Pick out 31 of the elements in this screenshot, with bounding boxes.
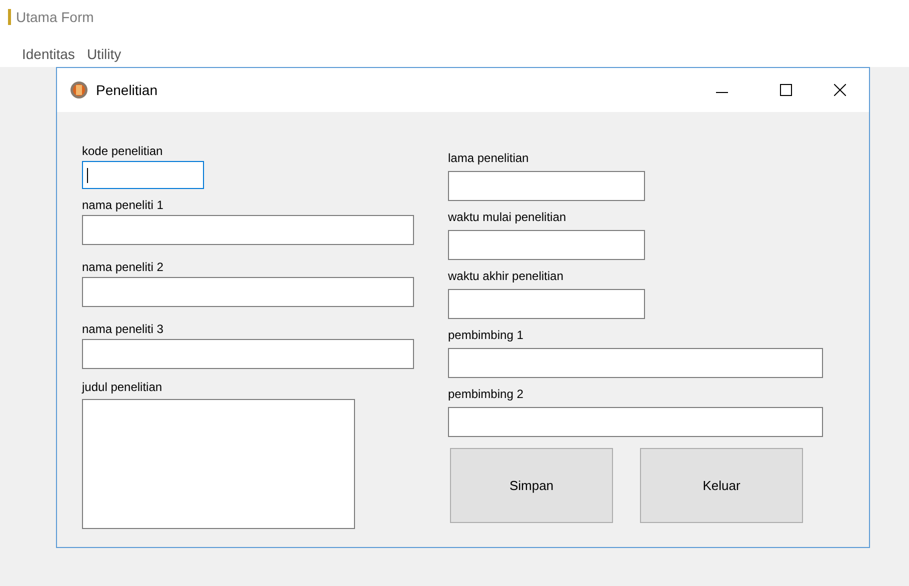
field-label: nama peneliti 1	[82, 197, 164, 213]
input-field[interactable]	[448, 289, 645, 319]
dialog-title: Penelitian	[96, 82, 158, 98]
menu-item[interactable]: Identitas	[22, 46, 75, 62]
input-field[interactable]	[448, 171, 645, 201]
field-label: pembimbing 1	[448, 327, 524, 343]
text-area[interactable]	[82, 399, 355, 529]
app-icon	[8, 9, 11, 25]
text-cursor	[87, 168, 88, 183]
action-button[interactable]: Keluar	[640, 448, 803, 523]
field-label: nama peneliti 2	[82, 259, 164, 275]
menu-item[interactable]: Utility	[86, 46, 122, 62]
input-field[interactable]	[448, 230, 645, 260]
input-field[interactable]	[82, 215, 414, 245]
input-field[interactable]	[448, 348, 823, 378]
close-icon	[834, 84, 846, 96]
field-label: waktu mulai penelitian	[448, 209, 566, 225]
input-field[interactable]	[82, 277, 414, 307]
field-label: lama penelitian	[448, 150, 529, 166]
input-field[interactable]	[82, 161, 204, 189]
maximize-icon	[780, 84, 792, 96]
field-label: pembimbing 2	[448, 386, 524, 402]
action-button[interactable]: Simpan	[450, 448, 613, 523]
input-field[interactable]	[82, 339, 414, 369]
field-label: judul penelitian	[82, 379, 162, 395]
field-label: nama peneliti 3	[82, 321, 164, 337]
app-title: Utama Form	[16, 9, 94, 25]
field-label: waktu akhir penelitian	[448, 268, 564, 284]
input-field[interactable]	[448, 407, 823, 437]
app-icon	[70, 81, 88, 99]
field-label: kode penelitian	[82, 143, 163, 159]
